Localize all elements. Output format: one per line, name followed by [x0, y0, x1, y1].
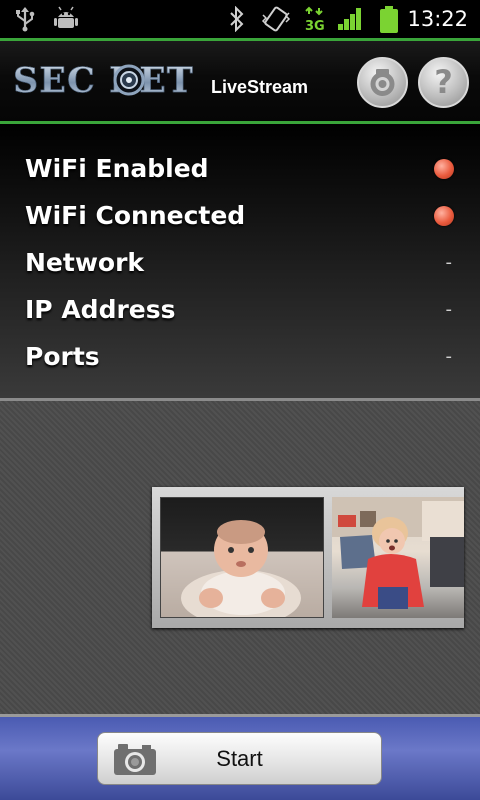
3g-data-icon: 3G [305, 6, 325, 34]
logo-eye-icon [113, 64, 145, 96]
signal-icon [338, 8, 361, 30]
start-button[interactable]: Start [97, 732, 382, 785]
photo-strip [152, 487, 464, 628]
help-button[interactable]: ? [418, 57, 469, 108]
app-logo: SEC RET [13, 60, 194, 102]
screen: 3G 13:22 SEC RET LiveStream ? WiFi Enabl… [0, 0, 480, 800]
status-row-ip-address: IP Address - [0, 290, 480, 330]
app-subtitle: LiveStream [211, 77, 309, 97]
child-photo [332, 497, 464, 618]
status-value: - [445, 346, 453, 367]
svg-text:3G: 3G [305, 19, 325, 34]
help-icon: ? [434, 63, 453, 101]
start-button-label: Start [216, 746, 263, 771]
status-value: - [445, 252, 453, 273]
android-debug-icon [54, 6, 78, 28]
camera-shutter-icon [370, 69, 395, 96]
status-bar: 3G 13:22 [0, 0, 480, 38]
status-value: - [445, 299, 453, 320]
usb-icon [16, 7, 35, 32]
app-header: SEC RET LiveStream ? [0, 38, 480, 124]
clock: 13:22 [407, 7, 468, 31]
status-label: WiFi Connected [25, 201, 246, 230]
status-label: IP Address [25, 295, 176, 324]
baby-photo [160, 497, 324, 618]
status-label: Network [25, 248, 145, 277]
status-row-ports: Ports - [0, 337, 480, 377]
status-label: Ports [25, 342, 100, 371]
status-indicator-dot [434, 206, 454, 226]
battery-icon [380, 6, 398, 33]
camera-settings-button[interactable] [357, 57, 408, 108]
status-row-network: Network - [0, 243, 480, 283]
vibrate-icon [261, 6, 291, 32]
status-row-wifi-connected: WiFi Connected [0, 196, 480, 236]
status-row-wifi-enabled: WiFi Enabled [0, 149, 480, 189]
status-indicator-dot [434, 159, 454, 179]
bluetooth-icon [230, 6, 244, 32]
bottom-action-bar: Start [0, 717, 480, 800]
status-label: WiFi Enabled [25, 154, 209, 183]
